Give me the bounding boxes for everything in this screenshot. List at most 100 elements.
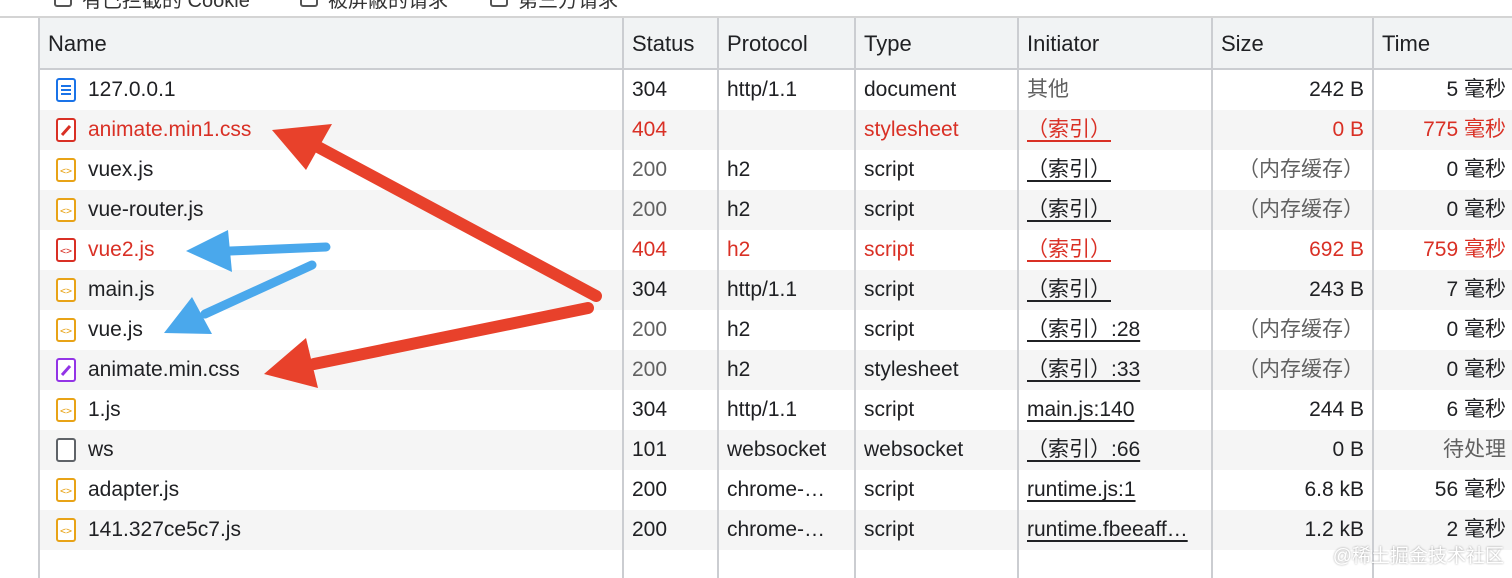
size-cell: 242 B xyxy=(1309,78,1364,101)
request-name: vuex.js xyxy=(88,158,154,181)
initiator-link[interactable]: （索引） xyxy=(1019,110,1211,150)
css-file-icon xyxy=(56,358,76,382)
script-file-icon: <> xyxy=(56,398,76,422)
type-cell: script xyxy=(864,278,915,301)
status-cell: 200 xyxy=(632,518,668,541)
size-cell: 0 B xyxy=(1332,118,1364,141)
name-cell[interactable]: 127.0.0.1 xyxy=(48,70,622,110)
type-cell: script xyxy=(864,158,915,181)
svg-text:<>: <> xyxy=(60,406,72,417)
column-divider[interactable] xyxy=(717,18,719,578)
filter-third-party[interactable]: 第三方请求 xyxy=(490,0,618,12)
websocket-icon xyxy=(56,438,76,462)
table-row[interactable]: <> 141.327ce5c7.js 200 chrome-… script r… xyxy=(40,510,1512,550)
initiator-link[interactable]: main.js:140 xyxy=(1019,390,1211,430)
initiator-link[interactable]: （索引）:28 xyxy=(1019,310,1211,350)
table-row[interactable]: animate.min1.css 404 stylesheet （索引） 0 B… xyxy=(40,110,1512,150)
checkbox-icon[interactable] xyxy=(490,0,508,7)
checkbox-icon[interactable] xyxy=(300,0,318,7)
protocol-cell: h2 xyxy=(727,198,751,221)
request-name: vue2.js xyxy=(88,238,155,261)
initiator-link[interactable]: （索引） xyxy=(1019,230,1211,270)
status-cell: 404 xyxy=(632,238,668,261)
size-cell: 692 B xyxy=(1309,238,1364,261)
status-cell: 200 xyxy=(632,158,668,181)
column-header-protocol[interactable]: Protocol xyxy=(719,18,854,68)
name-cell[interactable]: <> vue-router.js xyxy=(48,190,622,230)
type-cell: script xyxy=(864,398,915,421)
request-name: vue.js xyxy=(88,318,143,341)
table-row[interactable]: animate.min.css 200 h2 stylesheet （索引）:3… xyxy=(40,350,1512,390)
initiator-cell: 其他 xyxy=(1027,78,1069,101)
network-request-table: Name Status Protocol Type Initiator Size… xyxy=(38,18,1512,578)
name-cell[interactable]: <> main.js xyxy=(48,270,622,310)
table-row[interactable]: <> main.js 304 http/1.1 script （索引） 243 … xyxy=(40,270,1512,310)
column-divider[interactable] xyxy=(854,18,856,578)
column-header-time[interactable]: Time xyxy=(1374,18,1512,68)
filter-blocked-cookies[interactable]: 有已拦截的 Cookie xyxy=(54,0,250,12)
initiator-link[interactable]: （索引） xyxy=(1019,150,1211,190)
column-divider[interactable] xyxy=(622,18,624,578)
size-cell: 243 B xyxy=(1309,278,1364,301)
name-cell[interactable]: ws xyxy=(48,430,622,470)
column-header-initiator[interactable]: Initiator xyxy=(1019,18,1211,68)
size-cell: （内存缓存） xyxy=(1238,358,1364,381)
name-cell[interactable]: <> adapter.js xyxy=(48,470,622,510)
name-cell[interactable]: <> 141.327ce5c7.js xyxy=(48,510,622,550)
filter-blocked-requests[interactable]: 被屏蔽的请求 xyxy=(300,0,448,12)
name-cell[interactable]: <> vuex.js xyxy=(48,150,622,190)
request-name: main.js xyxy=(88,278,155,301)
column-divider[interactable] xyxy=(1211,18,1213,578)
type-cell: document xyxy=(864,78,957,101)
type-cell: stylesheet xyxy=(864,358,959,381)
request-name: vue-router.js xyxy=(88,198,204,221)
protocol-cell: http/1.1 xyxy=(727,398,798,421)
status-cell: 304 xyxy=(632,398,668,421)
table-row[interactable]: <> vue.js 200 h2 script （索引）:28 （内存缓存） 0… xyxy=(40,310,1512,350)
request-name: ws xyxy=(88,438,114,461)
name-cell[interactable]: <> 1.js xyxy=(48,390,622,430)
table-row[interactable]: <> vue-router.js 200 h2 script （索引） （内存缓… xyxy=(40,190,1512,230)
name-cell[interactable]: <> vue2.js xyxy=(48,230,622,270)
initiator-link[interactable]: （索引） xyxy=(1019,270,1211,310)
column-header-name[interactable]: Name xyxy=(40,18,622,68)
initiator-link[interactable]: （索引）:33 xyxy=(1019,350,1211,390)
column-header-status[interactable]: Status xyxy=(624,18,717,68)
size-cell: 6.8 kB xyxy=(1304,478,1364,501)
table-row[interactable]: ws 101 websocket websocket （索引）:66 0 B 待… xyxy=(40,430,1512,470)
checkbox-icon[interactable] xyxy=(54,0,72,7)
status-cell: 304 xyxy=(632,278,668,301)
column-divider[interactable] xyxy=(1372,18,1374,578)
table-row[interactable]: <> adapter.js 200 chrome-… script runtim… xyxy=(40,470,1512,510)
initiator-link[interactable]: （索引） xyxy=(1019,190,1211,230)
filter-label: 有已拦截的 Cookie xyxy=(82,0,250,12)
filter-label: 第三方请求 xyxy=(518,0,618,12)
time-cell: 待处理 xyxy=(1443,438,1506,461)
name-cell[interactable]: animate.min1.css xyxy=(48,110,622,150)
protocol-cell: http/1.1 xyxy=(727,78,798,101)
status-cell: 304 xyxy=(632,78,668,101)
table-row[interactable]: <> vue2.js 404 h2 script （索引） 692 B 759 … xyxy=(40,230,1512,270)
table-row[interactable]: 127.0.0.1 304 http/1.1 document 其他 242 B… xyxy=(40,70,1512,110)
svg-text:<>: <> xyxy=(60,246,72,257)
name-cell[interactable]: <> vue.js xyxy=(48,310,622,350)
column-header-size[interactable]: Size xyxy=(1213,18,1372,68)
time-cell: 6 毫秒 xyxy=(1446,398,1506,421)
status-cell: 101 xyxy=(632,438,668,461)
script-file-icon: <> xyxy=(56,478,76,502)
initiator-link[interactable]: runtime.fbeeaff… xyxy=(1019,510,1211,550)
size-cell: （内存缓存） xyxy=(1238,158,1364,181)
protocol-cell: http/1.1 xyxy=(727,278,798,301)
column-divider[interactable] xyxy=(1017,18,1019,578)
initiator-link[interactable]: （索引）:66 xyxy=(1019,430,1211,470)
svg-text:<>: <> xyxy=(60,326,72,337)
table-row[interactable]: <> 1.js 304 http/1.1 script main.js:140 … xyxy=(40,390,1512,430)
column-header-type[interactable]: Type xyxy=(856,18,1017,68)
protocol-cell: chrome-… xyxy=(727,478,826,501)
initiator-link[interactable]: runtime.js:1 xyxy=(1019,470,1211,510)
type-cell: script xyxy=(864,478,915,501)
table-row[interactable]: <> vuex.js 200 h2 script （索引） （内存缓存） 0 毫… xyxy=(40,150,1512,190)
name-cell[interactable]: animate.min.css xyxy=(48,350,622,390)
time-cell: 56 毫秒 xyxy=(1434,478,1506,501)
time-cell: 0 毫秒 xyxy=(1446,318,1506,341)
